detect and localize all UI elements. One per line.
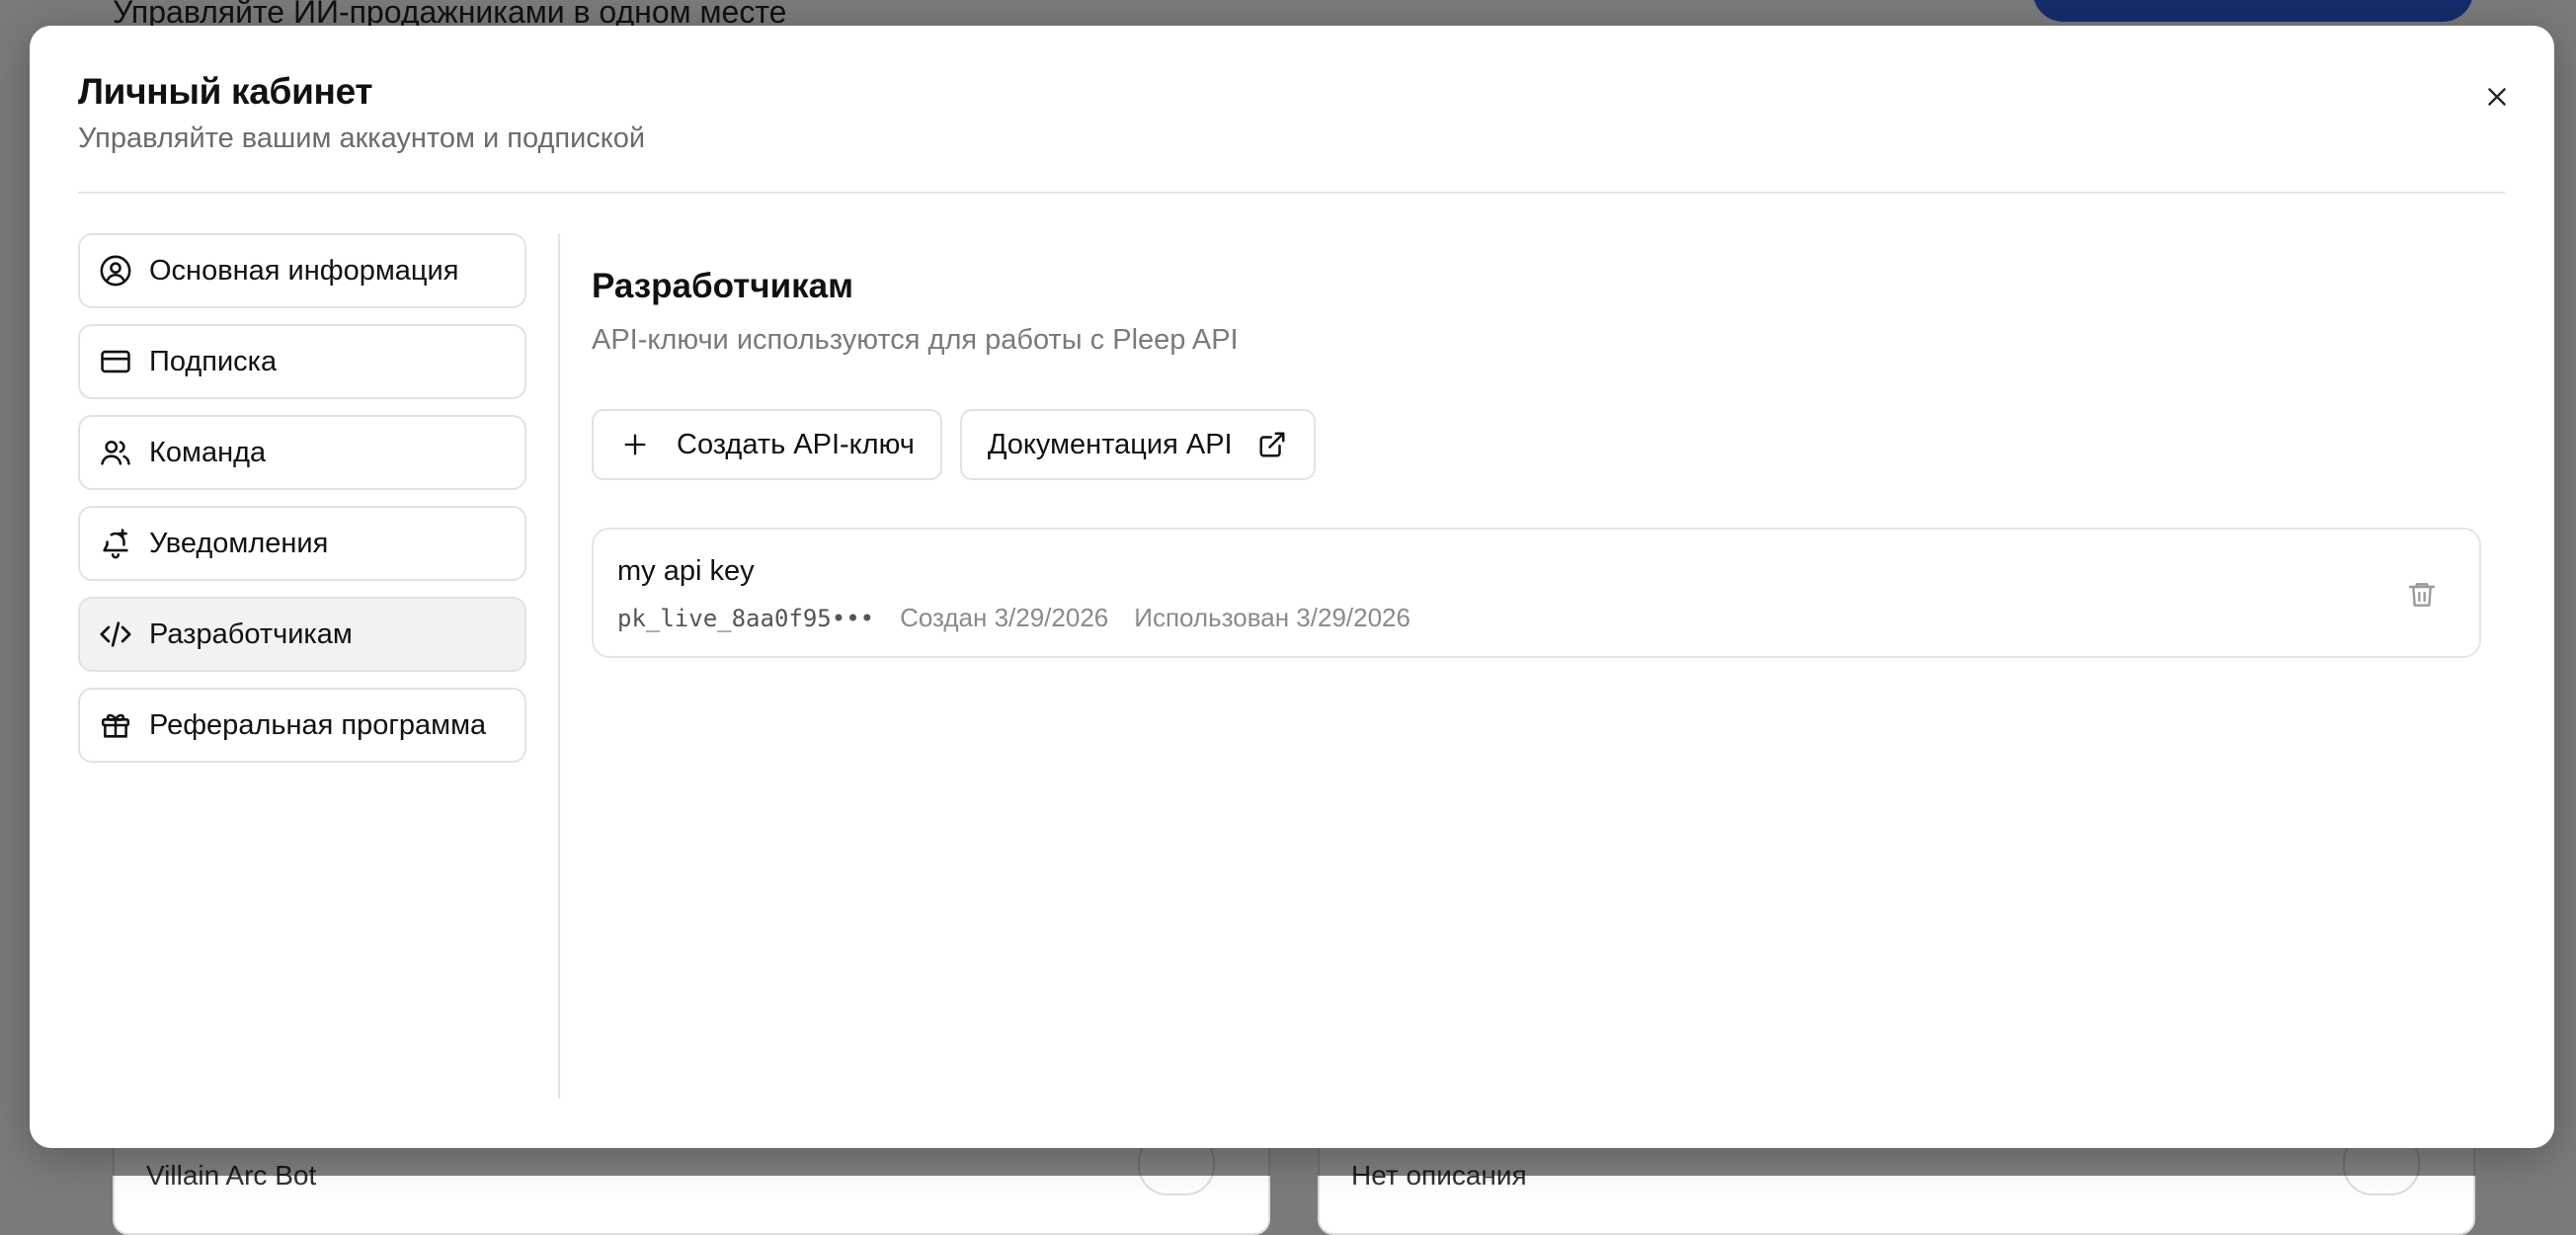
gift-icon <box>98 707 133 743</box>
create-api-key-button[interactable]: Создать API-ключ <box>592 409 942 480</box>
close-button[interactable] <box>2475 75 2519 119</box>
header-divider <box>78 192 2505 194</box>
plus-icon <box>619 429 651 460</box>
section-subtitle: API-ключи используются для работы с Plee… <box>592 324 1239 356</box>
api-key-created: Создан 3/29/2026 <box>900 603 1109 632</box>
modal-title: Личный кабинет <box>78 71 373 112</box>
code-icon <box>98 617 133 652</box>
credit-card-icon <box>98 344 133 379</box>
sidebar-item-referral[interactable]: Реферальная программа <box>78 688 526 763</box>
bell-plus-icon <box>98 526 133 561</box>
sidebar-item-label: Уведомления <box>149 527 329 559</box>
modal-subtitle: Управляйте вашим аккаунтом и подпиской <box>78 123 646 154</box>
sidebar-item-developers[interactable]: Разработчикам <box>78 597 526 672</box>
api-key-meta: pk_live_8aa0f95••• Создан 3/29/2026 Испо… <box>617 603 1410 633</box>
sidebar-item-label: Команда <box>149 436 267 468</box>
section-title: Разработчикам <box>592 267 853 305</box>
external-link-icon <box>1256 429 1288 460</box>
create-api-key-label: Создать API-ключ <box>677 428 915 460</box>
account-modal: Личный кабинет Управляйте вашим аккаунто… <box>30 26 2554 1148</box>
sidebar-item-subscription[interactable]: Подписка <box>78 324 526 399</box>
user-circle-icon <box>98 253 133 288</box>
sidebar-item-team[interactable]: Команда <box>78 415 526 490</box>
account-sidebar: Основная информация Подписка Команда Уве… <box>78 233 526 779</box>
trash-icon <box>2408 583 2436 607</box>
api-docs-button[interactable]: Документация API <box>959 409 1316 480</box>
api-key-last-used: Использован 3/29/2026 <box>1134 603 1410 632</box>
sidebar-item-label: Подписка <box>149 345 278 377</box>
delete-api-key-button[interactable] <box>2400 573 2444 617</box>
api-key-name: my api key <box>617 555 755 587</box>
sidebar-item-basic-info[interactable]: Основная информация <box>78 233 526 308</box>
sidebar-item-notifications[interactable]: Уведомления <box>78 506 526 581</box>
api-key-row: my api key pk_live_8aa0f95••• Создан 3/2… <box>592 528 2481 658</box>
developer-actions: Создать API-ключ Документация API <box>592 409 1316 480</box>
users-icon <box>98 435 133 470</box>
api-docs-label: Документация API <box>987 428 1233 460</box>
sidebar-item-label: Разработчикам <box>149 618 353 650</box>
api-key-token: pk_live_8aa0f95••• <box>617 605 875 632</box>
sidebar-item-label: Реферальная программа <box>149 708 487 741</box>
x-icon <box>2488 88 2506 106</box>
sidebar-divider <box>558 233 560 1099</box>
sidebar-item-label: Основная информация <box>149 254 459 287</box>
